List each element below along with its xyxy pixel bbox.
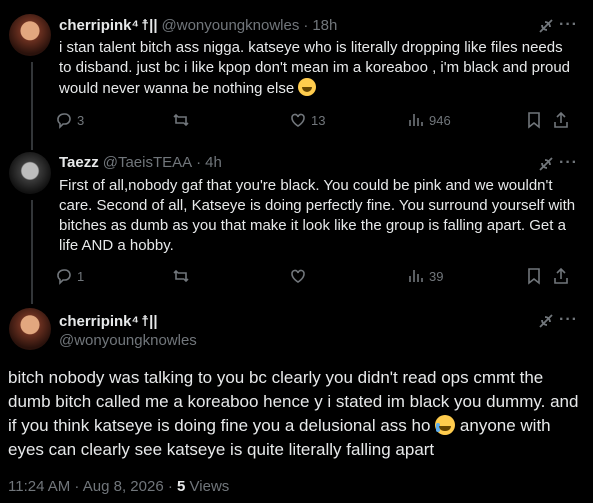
- views-label: Views: [189, 478, 230, 495]
- tweet-meta: 11:24 AM · Aug 8, 2026 · 5 Views: [8, 478, 229, 495]
- tweet[interactable]: cherripink⁴ ☨|| @wonyoungknowles · 18h ·…: [0, 14, 593, 144]
- avatar[interactable]: [9, 14, 51, 56]
- name-badges: ☨||: [140, 313, 158, 330]
- avatar[interactable]: [9, 308, 51, 350]
- user-handle[interactable]: @wonyoungknowles: [59, 332, 197, 349]
- reply-count: 1: [77, 268, 85, 284]
- views-button[interactable]: 39: [407, 267, 443, 285]
- bookmark-button[interactable]: [525, 267, 543, 285]
- author-block: cherripink⁴ ☨|| @wonyoungknowles: [59, 312, 197, 349]
- like-count: 13: [311, 112, 326, 128]
- separator-dot: ·: [196, 154, 202, 171]
- tweet-text: i stan talent bitch ass nigga. katseye w…: [59, 38, 579, 99]
- repost-icon: [173, 269, 189, 283]
- display-name[interactable]: cherripink⁴ ☨||: [59, 312, 197, 330]
- user-handle[interactable]: @wonyoungknowles: [162, 17, 300, 34]
- bookmark-icon: [528, 268, 540, 285]
- reply-count: 3: [77, 112, 85, 128]
- reply-icon: [57, 113, 71, 129]
- like-button[interactable]: 13: [289, 111, 325, 129]
- tweet-actions: 3 13 946: [55, 111, 575, 133]
- tweet-actions: 1 39: [55, 267, 575, 289]
- display-name[interactable]: cherripink⁴: [59, 17, 139, 34]
- share-icon: [554, 267, 568, 284]
- grok-icon[interactable]: [537, 17, 555, 35]
- views-bar-icon: [409, 114, 423, 126]
- timestamp[interactable]: 18h: [312, 17, 337, 34]
- like-button[interactable]: [289, 267, 307, 285]
- heart-icon: [291, 113, 305, 127]
- avatar[interactable]: [9, 152, 51, 194]
- tweet-header: Taezz @TaeisTEAA · 4h: [59, 154, 222, 171]
- timestamp[interactable]: 4h: [205, 154, 222, 171]
- tweet-text: bitch nobody was talking to you bc clear…: [8, 366, 583, 462]
- more-options-icon[interactable]: ···: [559, 16, 578, 34]
- share-button[interactable]: [552, 111, 570, 129]
- reply-icon: [57, 269, 71, 285]
- grok-icon[interactable]: [537, 155, 555, 173]
- name-badges: ☨||: [140, 17, 158, 34]
- grok-icon[interactable]: [537, 312, 555, 330]
- share-icon: [554, 111, 568, 128]
- views-button[interactable]: 946: [407, 111, 451, 129]
- separator-dot: ·: [303, 16, 309, 34]
- display-name-text: cherripink⁴: [59, 313, 139, 330]
- reply-button[interactable]: 3: [55, 111, 84, 129]
- laughing-crying-emoji: [298, 78, 317, 96]
- share-button[interactable]: [552, 267, 570, 285]
- views-bar-icon: [409, 270, 423, 282]
- loudly-crying-emoji: [435, 415, 456, 435]
- post-timestamp[interactable]: 11:24 AM · Aug 8, 2026 ·: [8, 478, 173, 495]
- user-handle[interactable]: @TaeisTEAA: [103, 154, 192, 171]
- views-count: 5: [177, 478, 186, 495]
- tweet-text: First of all,nobody gaf that you're blac…: [59, 177, 576, 254]
- tweet-header: cherripink⁴ ☨|| @wonyoungknowles · 18h: [59, 16, 337, 35]
- display-name[interactable]: Taezz: [59, 154, 99, 171]
- more-options-icon[interactable]: ···: [559, 311, 578, 329]
- heart-icon: [291, 269, 305, 283]
- views-count: 39: [429, 268, 444, 284]
- bookmark-icon: [528, 112, 540, 129]
- bookmark-button[interactable]: [525, 111, 543, 129]
- repost-button[interactable]: [172, 111, 190, 129]
- repost-icon: [173, 113, 189, 127]
- repost-button[interactable]: [172, 267, 190, 285]
- reply-button[interactable]: 1: [55, 267, 84, 285]
- views-count: 946: [429, 112, 451, 128]
- focused-tweet: cherripink⁴ ☨|| @wonyoungknowles ··· bitc…: [0, 308, 593, 498]
- tweet[interactable]: Taezz @TaeisTEAA · 4h ··· First of all,n…: [0, 152, 593, 292]
- more-options-icon[interactable]: ···: [559, 154, 578, 172]
